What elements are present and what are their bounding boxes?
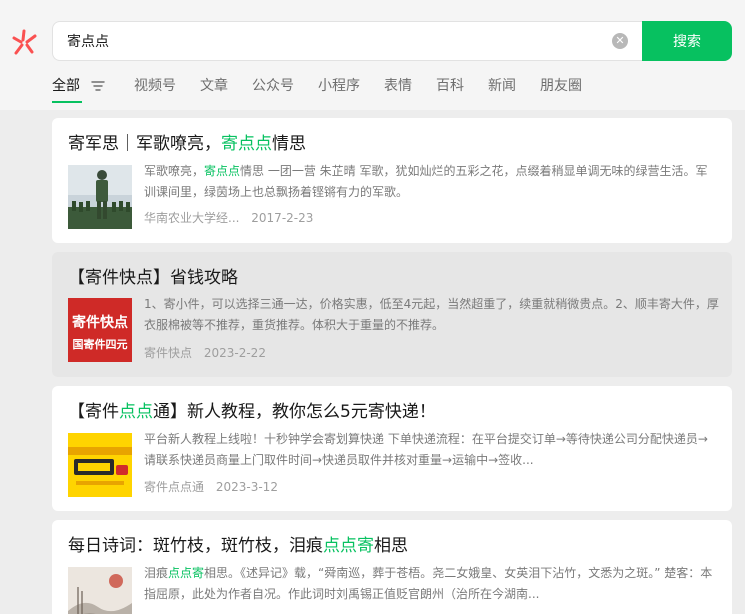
text-segment: 情思	[272, 134, 306, 154]
thumb-text: 国寄件四元	[72, 338, 128, 351]
promo-banner-icon: 寄件快点 国寄件四元	[68, 298, 132, 362]
result-snippet: 军歌嘹亮，寄点点情思 一团一营 朱芷晴 军歌，犹如灿烂的五彩之花，点缀着稍显单调…	[144, 161, 719, 203]
search-input[interactable]	[67, 30, 587, 52]
result-snippet: 1、寄小件，可以选择三通一达，价格实惠，低至4元起，当然超重了，续重就稍微贵点。…	[144, 294, 719, 336]
result-source[interactable]: 寄件点点通	[144, 480, 204, 494]
soldiers-photo-icon	[68, 165, 132, 229]
tab-encyclopedia[interactable]: 百科	[436, 76, 464, 96]
result-snippet: 平台新人教程上线啦！十秒钟学会寄划算快递 下单快递流程：在平台提交订单→等待快递…	[144, 429, 719, 471]
text-segment: 寄军思｜军歌嘹亮，	[68, 134, 221, 154]
tab-mini-programs[interactable]: 小程序	[318, 76, 360, 96]
top-bar: ✕ 搜索 全部 视频号 文章 公众号 小程序 表情 百科 新闻 朋友圈	[0, 0, 745, 110]
tab-moments[interactable]: 朋友圈	[540, 76, 582, 96]
tab-accounts[interactable]: 公众号	[252, 76, 294, 96]
result-meta: 寄件点点通 2023-3-12	[144, 478, 278, 495]
result-date: 2023-3-12	[215, 480, 278, 494]
highlight-text: 点点寄	[168, 566, 205, 580]
search-button[interactable]: 搜索	[642, 21, 732, 61]
tab-all[interactable]: 全部	[52, 76, 105, 103]
highlight-text: 点点	[119, 402, 153, 422]
clear-icon[interactable]: ✕	[612, 33, 628, 49]
result-card[interactable]: 【寄件快点】省钱攻略 寄件快点 国寄件四元 1、寄小件，可以选择三通一达，价格实…	[52, 252, 732, 377]
result-source[interactable]: 寄件快点	[144, 346, 192, 360]
result-meta: 寄件快点 2023-2-22	[144, 344, 266, 361]
result-title[interactable]: 寄军思｜军歌嘹亮，寄点点情思	[68, 132, 306, 156]
result-title[interactable]: 每日诗词：斑竹枝，斑竹枝，泪痕点点寄相思	[68, 534, 408, 558]
text-segment: 【寄件快点】省钱攻略	[68, 268, 238, 288]
result-title[interactable]: 【寄件快点】省钱攻略	[68, 266, 238, 290]
text-segment: 【寄件	[68, 402, 119, 422]
result-source[interactable]: 华南农业大学经...	[144, 211, 239, 225]
text-segment: 相思	[374, 536, 408, 556]
highlight-text: 寄点点	[204, 164, 241, 178]
text-segment: 平台新人教程上线啦！十秒钟学会寄划算快递 下单快递流程：在平台提交订单→等待快递…	[144, 432, 708, 467]
result-date: 2017-2-23	[251, 211, 314, 225]
tab-articles[interactable]: 文章	[200, 76, 228, 96]
result-card[interactable]: 寄军思｜军歌嘹亮，寄点点情思 军歌嘹亮，寄点点情思 一团一营 朱芷晴 军歌，犹如…	[52, 118, 732, 243]
text-segment: 通】新人教程，教你怎么5元寄快递！	[153, 402, 436, 422]
tab-news[interactable]: 新闻	[488, 76, 516, 96]
result-snippet: 泪痕点点寄相思。《述异记》载，“舜南巡，葬于苍梧。尧二女娥皇、女英泪下沾竹，文悉…	[144, 563, 719, 605]
text-segment: 泪痕	[144, 566, 169, 580]
text-segment: 相思。《述异记》载，“舜南巡，葬于苍梧。尧二女娥皇、女英泪下沾竹，文悉为之斑。”…	[144, 566, 713, 601]
tab-stickers[interactable]: 表情	[384, 76, 412, 96]
thumb-text: 寄件快点	[72, 315, 128, 331]
filter-icon[interactable]	[91, 80, 105, 92]
search-box: ✕	[52, 21, 642, 61]
text-segment: 每日诗词：斑竹枝，斑竹枝，泪痕	[68, 536, 323, 556]
result-meta: 华南农业大学经... 2017-2-23	[144, 209, 313, 226]
result-card[interactable]: 【寄件点点通】新人教程，教你怎么5元寄快递！ 平台新人教程上线啦！十秒钟学会寄划…	[52, 386, 732, 511]
text-segment: 军歌嘹亮，	[144, 164, 205, 178]
search-logo-icon	[12, 29, 37, 55]
tab-label: 全部	[52, 78, 80, 94]
text-segment: 1、寄小件，可以选择三通一达，价格实惠，低至4元起，当然超重了，续重就稍微贵点。…	[144, 297, 719, 332]
tab-channels[interactable]: 视频号	[134, 76, 176, 96]
yellow-poster-icon	[68, 433, 132, 497]
result-card[interactable]: 每日诗词：斑竹枝，斑竹枝，泪痕点点寄相思 泪痕点点寄相思。《述异记》载，“舜南巡…	[52, 520, 732, 614]
result-date: 2023-2-22	[203, 346, 266, 360]
active-tab-indicator	[52, 101, 82, 103]
result-title[interactable]: 【寄件点点通】新人教程，教你怎么5元寄快递！	[68, 400, 436, 424]
highlight-text: 点点寄	[323, 536, 374, 556]
highlight-text: 寄点点	[221, 134, 272, 154]
ink-painting-icon	[68, 567, 132, 614]
